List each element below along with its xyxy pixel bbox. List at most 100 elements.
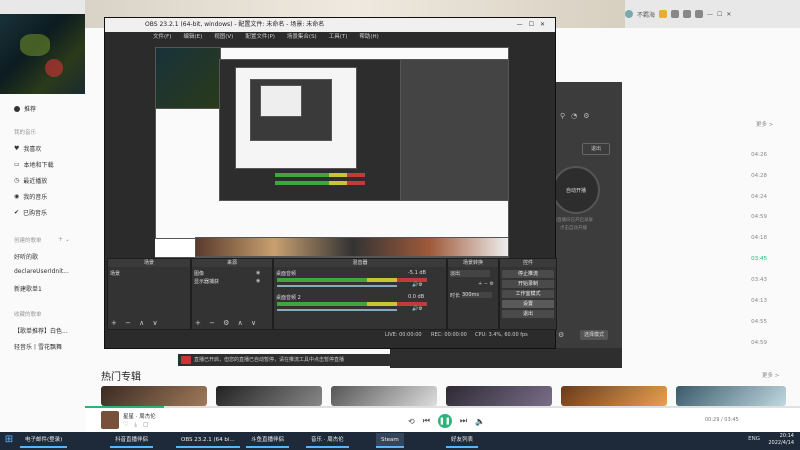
settings-icon[interactable] [683, 10, 692, 18]
obs-menu-bar: 文件(F) 编辑(E) 视图(V) 配置文件(P) 场景集合(S) 工具(T) … [105, 32, 555, 42]
album-cover[interactable] [331, 386, 437, 406]
volume-icon[interactable]: 🔈 [475, 417, 485, 426]
transition-select[interactable]: 淡出 [450, 270, 490, 277]
taskbar-item[interactable]: 好友列表 [446, 433, 479, 448]
eye-icon[interactable]: ◉ [256, 270, 260, 276]
taskbar-item[interactable]: 音乐 · 周杰伦 [306, 433, 349, 448]
mixer-track-name: 桌面音频 2 [276, 295, 301, 301]
sources-dock-toolbar[interactable]: + − ⚙ ∧ ∨ [195, 319, 259, 327]
menu-tools[interactable]: 工具(T) [329, 32, 348, 42]
volume-slider[interactable] [277, 309, 397, 311]
loop-icon[interactable]: ⟲ [408, 417, 415, 426]
taskbar-item[interactable]: OBS 23.2.1 (64 bi... [176, 433, 240, 448]
check-icon: ✔ [14, 209, 20, 216]
playlist-item[interactable]: 新建歌单1 [14, 284, 42, 293]
exit-button[interactable]: 退出 [502, 310, 554, 318]
pause-button[interactable]: ❚❚ [437, 414, 452, 428]
user-name[interactable]: 不羁海 [637, 10, 655, 19]
bell-icon[interactable]: ◔ [571, 112, 583, 120]
user-area[interactable]: 不羁海 — ☐ ✕ [625, 6, 731, 22]
nested-album-row [195, 237, 509, 257]
album-cover[interactable] [101, 386, 207, 406]
menu-help[interactable]: 帮助(H) [359, 32, 378, 42]
auto-live-button[interactable]: 自动开播 [552, 166, 600, 214]
volume-slider[interactable] [277, 285, 397, 287]
mail-icon[interactable] [695, 10, 704, 18]
obs-preview[interactable] [155, 47, 509, 269]
album-cover[interactable] [216, 386, 322, 406]
sidebar-item-my-music[interactable]: ◉ 我的音乐 [14, 192, 47, 201]
menu-edit[interactable]: 编辑(E) [183, 32, 202, 42]
playlist-item[interactable]: 好听的歌 [14, 252, 38, 261]
speaker-icon[interactable]: 🔊⚙ [412, 282, 423, 288]
menu-view[interactable]: 视图(V) [214, 32, 233, 42]
start-recording-button[interactable]: 开始录制 [502, 280, 554, 288]
track-duration: 04:59 [751, 340, 767, 346]
select-mode-button[interactable]: 选择模式 [580, 330, 608, 340]
speaker-icon[interactable]: 🔊⚙ [412, 306, 423, 312]
menu-profile[interactable]: 配置文件(P) [245, 32, 275, 42]
mixer-dock-title: 混音器 [274, 259, 446, 267]
vip-icon[interactable] [659, 10, 668, 18]
album-cover[interactable] [446, 386, 552, 406]
sidebar-item-purchased[interactable]: ✔ 已购音乐 [14, 208, 47, 217]
scene-item[interactable]: 场景 [110, 270, 120, 277]
add-playlist-icon[interactable]: + ⌄ [58, 236, 70, 243]
taskbar-clock[interactable]: 20:14 2022/4/14 [768, 433, 794, 447]
collected-playlist-item[interactable]: 轻音乐丨雪花飘舞 [14, 342, 62, 351]
obs-title-bar[interactable]: OBS 23.2.1 (64-bit, windows) - 配置文件: 未命名… [105, 18, 555, 32]
avatar[interactable] [625, 10, 633, 18]
menu-scene-collection[interactable]: 场景集合(S) [287, 32, 317, 42]
controls-dock-title: 控件 [500, 259, 556, 267]
progress-track[interactable] [85, 406, 800, 408]
previous-icon[interactable]: ⏮ [423, 416, 430, 426]
obs-title: OBS 23.2.1 (64-bit, windows) - 配置文件: 未命名… [145, 21, 325, 28]
link-icon[interactable]: ⚲ [560, 112, 571, 120]
minimize-icon[interactable]: — [707, 11, 713, 18]
source-item[interactable]: 图像 [194, 270, 204, 277]
hot-albums-more-link[interactable]: 更多 > [762, 371, 779, 379]
scenes-dock-toolbar[interactable]: + − ∧ ∨ [111, 319, 161, 327]
comment-icon[interactable]: ▢ [143, 421, 149, 429]
stop-streaming-button[interactable]: 停止推流 [502, 270, 554, 278]
now-playing-cover[interactable] [101, 411, 119, 429]
track-duration: 04:28 [751, 173, 767, 179]
settings-button[interactable]: 设置 [502, 300, 554, 308]
taskbar-item[interactable]: 电子邮件(登录) [20, 433, 68, 448]
mixer-track-name: 桌面音频 [276, 271, 297, 277]
settings-icon[interactable]: ⚙ [583, 112, 595, 120]
nested-audio-meter [275, 173, 365, 177]
menu-file[interactable]: 文件(F) [153, 32, 171, 42]
sidebar-item-local[interactable]: ▭ 本地和下载 [14, 160, 54, 169]
maximize-icon[interactable]: ☐ [717, 11, 722, 18]
exit-button[interactable]: 退出 [582, 143, 610, 155]
now-playing-title[interactable]: 星星 · 周杰伦 [123, 412, 156, 420]
studio-mode-button[interactable]: 工作室模式 [502, 290, 554, 298]
sidebar-item-home[interactable]: 推荐 [14, 104, 36, 113]
windows-start-icon[interactable]: ⊞ [2, 433, 16, 447]
heart-icon[interactable]: ♡ [123, 421, 128, 429]
gear-icon[interactable]: ⚙ [558, 331, 564, 339]
next-icon[interactable]: ⏭ [460, 416, 467, 426]
album-cover[interactable] [561, 386, 667, 406]
window-controls[interactable]: —☐✕ [517, 18, 551, 32]
close-icon[interactable]: ✕ [726, 11, 731, 18]
collected-playlist-item[interactable]: 【歌单推荐】白色... [14, 326, 68, 335]
sidebar-item-recent[interactable]: ◷ 最近播放 [14, 176, 47, 185]
album-cover[interactable] [676, 386, 786, 406]
taskbar-item[interactable]: Steam [376, 433, 404, 448]
duration-input[interactable]: 300ms [462, 292, 492, 298]
download-icon[interactable]: ⤓ [134, 421, 137, 429]
transition-buttons[interactable]: + − ⚙ [478, 281, 494, 287]
language-indicator[interactable]: ENG [748, 436, 760, 442]
taskbar-item[interactable]: 斗鱼直播伴侣 [246, 433, 290, 448]
list-more-link[interactable]: 更多 > [756, 120, 773, 128]
skin-icon[interactable] [671, 10, 680, 18]
source-item[interactable]: 显示器捕获 [194, 278, 219, 285]
nested-audio-meter [275, 181, 365, 185]
sidebar-item-liked[interactable]: ♥ 我喜欢 [14, 144, 41, 153]
audio-meter [277, 302, 427, 306]
playlist-item[interactable]: declareUserIdnit... [14, 268, 69, 275]
taskbar-item[interactable]: 抖音直播伴侣 [110, 433, 154, 448]
eye-icon[interactable]: ◉ [256, 278, 260, 284]
